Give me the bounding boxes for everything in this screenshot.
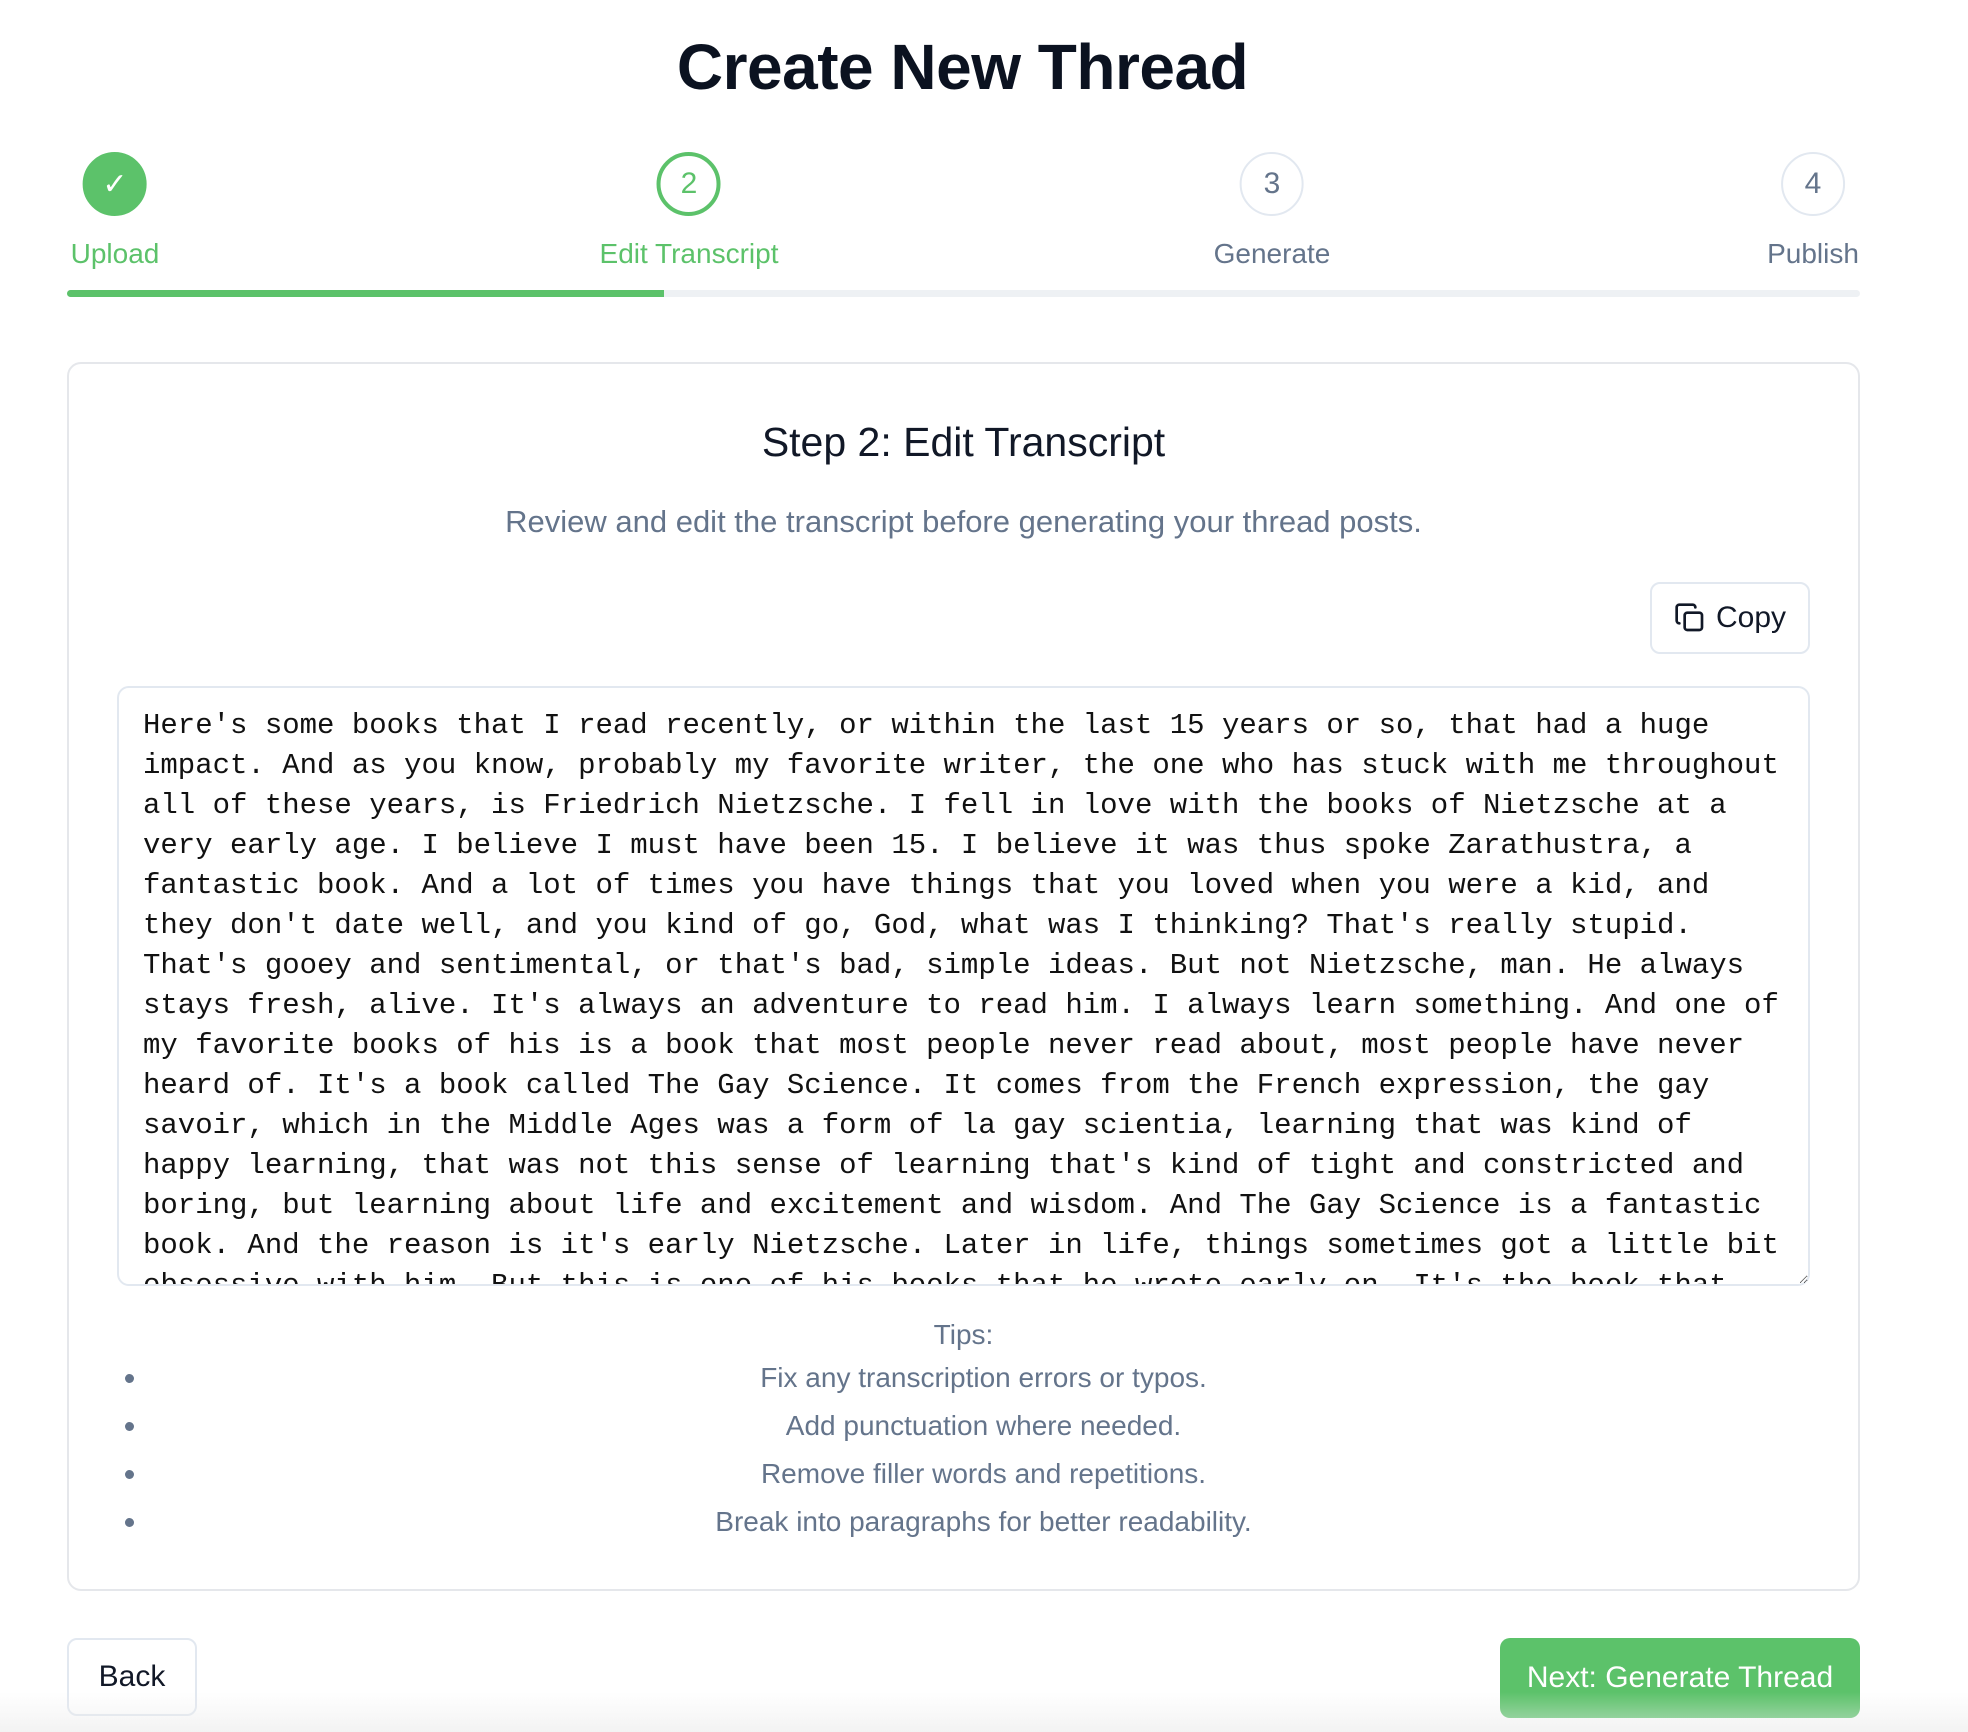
tip-text: Add punctuation where needed.: [785, 1410, 1182, 1441]
bullet-icon: [125, 1374, 134, 1383]
step-label-edit-transcript: Edit Transcript: [599, 238, 779, 269]
card-title: Step 2: Edit Transcript: [761, 419, 1166, 465]
progress-fill: [67, 290, 665, 297]
step-publish[interactable]: 4 Publish: [1767, 152, 1859, 270]
step-label-generate: Generate: [1213, 238, 1331, 269]
step-number-4: 4: [1781, 152, 1845, 216]
step-label-publish: Publish: [1767, 238, 1859, 269]
list-item: Break into paragraphs for better readabi…: [117, 1498, 1810, 1546]
list-item: Fix any transcription errors or typos.: [117, 1354, 1810, 1402]
step-number-3: 3: [1240, 152, 1304, 216]
next-generate-thread-button[interactable]: Next: Generate Thread: [1500, 1638, 1860, 1718]
step-label-upload: Upload: [70, 238, 160, 269]
step-upload[interactable]: ✓ Upload: [70, 152, 160, 270]
bullet-icon: [125, 1470, 134, 1479]
copy-button[interactable]: Copy: [1650, 582, 1810, 654]
copy-button-label: Copy: [1715, 601, 1787, 634]
transcript-textarea[interactable]: [117, 686, 1810, 1286]
tip-text: Break into paragraphs for better readabi…: [715, 1506, 1252, 1537]
progress-bar: [67, 290, 1860, 297]
tips-title: Tips:: [933, 1319, 994, 1350]
stepper: ✓ Upload 2 Edit Transcript 3 Generate 4 …: [0, 0, 1968, 310]
step-generate[interactable]: 3 Generate: [1213, 152, 1331, 270]
copy-icon: [1675, 603, 1704, 632]
check-icon: ✓: [82, 152, 147, 216]
list-item: Add punctuation where needed.: [117, 1402, 1810, 1450]
tip-text: Remove filler words and repetitions.: [760, 1458, 1207, 1489]
list-item: Remove filler words and repetitions.: [117, 1450, 1810, 1498]
tip-text: Fix any transcription errors or typos.: [760, 1362, 1207, 1393]
back-button[interactable]: Back: [67, 1638, 197, 1716]
bullet-icon: [125, 1518, 134, 1527]
step-edit-transcript[interactable]: 2 Edit Transcript: [599, 152, 779, 270]
step-number-2: 2: [656, 152, 721, 216]
bullet-icon: [125, 1422, 134, 1431]
edit-transcript-card: Step 2: Edit Transcript Review and edit …: [67, 362, 1860, 1591]
card-subtitle: Review and edit the transcript before ge…: [505, 504, 1422, 539]
tips-list: Fix any transcription errors or typos. A…: [117, 1354, 1810, 1546]
